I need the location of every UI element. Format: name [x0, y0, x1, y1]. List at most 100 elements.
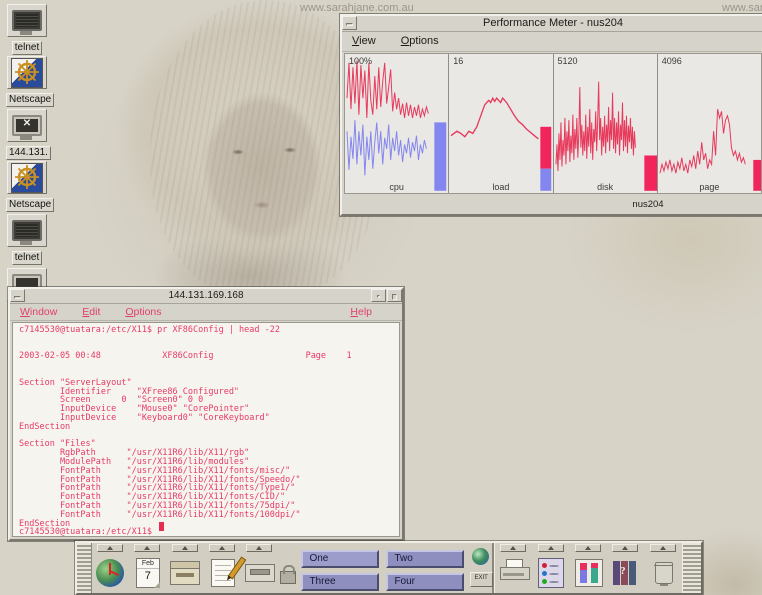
netscape-wheel-icon[interactable]: [7, 161, 47, 194]
calendar-day: 7: [137, 569, 159, 583]
menu-edit[interactable]: Edit: [82, 304, 100, 320]
disk-graph: [554, 54, 657, 193]
up-arrow-icon: [548, 546, 554, 550]
wallpaper-watermark-right: www.sara: [722, 2, 762, 14]
xterm-terminal-area[interactable]: c7145530@tuatara:/etc/X11$ pr XF86Config…: [12, 322, 400, 537]
subpanel-tab[interactable]: [97, 544, 123, 552]
workspace-button-three[interactable]: Three: [301, 573, 379, 591]
menu-view[interactable]: View: [352, 32, 376, 51]
xterm-menubar: Window Edit Options Help: [10, 304, 402, 321]
terminal-icon[interactable]: [7, 4, 47, 37]
window-title: 144.131.169.168: [168, 290, 243, 301]
desktop-icon-netscape-2[interactable]: Netscape: [6, 161, 48, 212]
panel-slot-lock[interactable]: [279, 543, 297, 593]
xterm-icon[interactable]: ✕: [7, 109, 47, 142]
panel-slot-perf[interactable]: [570, 543, 607, 593]
up-arrow-icon: [585, 546, 591, 550]
up-arrow-icon: [510, 546, 516, 550]
subpanel-tab[interactable]: [650, 544, 676, 552]
icon-label: telnet: [12, 41, 42, 55]
workspace-button-one[interactable]: One: [301, 550, 379, 568]
question-mark: ?: [620, 565, 626, 577]
panel-slot-style[interactable]: [533, 543, 570, 593]
up-arrow-icon: [144, 546, 150, 550]
hostname-label: nus204: [632, 199, 663, 210]
calendar-icon[interactable]: Feb 7: [136, 558, 160, 588]
subpanel-tab[interactable]: [134, 544, 160, 552]
subpanel-tab[interactable]: [575, 544, 601, 552]
graph-page: 4096 page: [657, 54, 761, 193]
panel-slot-filemanager[interactable]: [167, 543, 204, 593]
world-clock-icon[interactable]: [96, 559, 124, 587]
busy-light-icon: [472, 548, 489, 565]
disk-scale-label: 5120: [558, 56, 578, 66]
maximize-button[interactable]: [387, 289, 402, 302]
perfmeter-titlebar[interactable]: Performance Meter - nus204: [342, 16, 762, 32]
panel-handle-right[interactable]: [682, 543, 701, 593]
up-arrow-icon: [256, 546, 262, 550]
wallpaper-watermark: www.sarahjane.com.au: [300, 2, 414, 14]
minimize-button[interactable]: [371, 289, 386, 302]
window-menu-button[interactable]: [10, 289, 25, 302]
exit-button[interactable]: EXIT: [470, 572, 493, 587]
up-arrow-icon: [660, 546, 666, 550]
terminal-output: c7145530@tuatara:/etc/X11$ pr XF86Config…: [13, 323, 399, 537]
menu-help[interactable]: Help: [350, 304, 372, 320]
style-manager-icon[interactable]: [538, 558, 564, 588]
performance-icon[interactable]: [575, 559, 603, 587]
icon-label: 144.131.: [6, 146, 51, 160]
menu-window[interactable]: Window: [20, 304, 57, 320]
subpanel-tab[interactable]: [612, 544, 638, 552]
panel-handle-left[interactable]: [77, 543, 92, 593]
graph-load: 16 load: [448, 54, 552, 193]
perfmeter-window: Performance Meter - nus204 View Options …: [340, 14, 762, 216]
panel-slot-printer[interactable]: [495, 543, 532, 593]
menu-options[interactable]: Options: [125, 304, 161, 320]
subpanel-tab[interactable]: [209, 544, 235, 552]
panel-slot-clock[interactable]: [92, 543, 129, 593]
calendar-month: Feb: [137, 559, 159, 569]
mail-icon[interactable]: [245, 564, 275, 582]
menu-options[interactable]: Options: [401, 32, 439, 51]
graph-disk: 5120 disk: [553, 54, 657, 193]
workspace-button-four[interactable]: Four: [386, 573, 464, 591]
desktop-icon-netscape[interactable]: Netscape: [6, 56, 48, 107]
subpanel-tab[interactable]: [500, 544, 526, 552]
text-editor-icon[interactable]: [211, 559, 235, 587]
window-menu-button[interactable]: [342, 16, 357, 30]
desktop-icon-xhost[interactable]: ✕ 144.131.: [6, 109, 48, 160]
subpanel-tab[interactable]: [538, 544, 564, 552]
terminal-icon[interactable]: [7, 214, 47, 247]
up-arrow-icon: [107, 546, 113, 550]
window-title: Performance Meter - nus204: [483, 17, 623, 29]
panel-slot-mail[interactable]: [241, 543, 278, 593]
netscape-wheel-icon[interactable]: [7, 56, 47, 89]
up-arrow-icon: [219, 546, 225, 550]
desktop-icon-telnet-2[interactable]: telnet: [6, 214, 48, 265]
subpanel-tab[interactable]: [246, 544, 272, 552]
panel-slot-calendar[interactable]: Feb 7: [129, 543, 166, 593]
panel-slot-trash[interactable]: [645, 543, 682, 593]
cpu-graph: [345, 54, 448, 193]
printer-icon[interactable]: [500, 564, 528, 582]
lock-icon[interactable]: [280, 571, 296, 584]
file-manager-icon[interactable]: [170, 561, 200, 585]
panel-slot-help[interactable]: ?: [607, 543, 644, 593]
help-books-icon[interactable]: ?: [613, 561, 639, 585]
text-cursor: [159, 522, 164, 531]
perfmeter-graphs: 100% cpu 16 load 5120 disk: [344, 53, 762, 194]
panel-slot-editor[interactable]: [204, 543, 241, 593]
load-name-label: load: [449, 182, 552, 192]
trash-icon[interactable]: [655, 562, 673, 584]
icon-label: telnet: [12, 251, 42, 265]
perfmeter-host-row: nus204: [344, 197, 762, 212]
desktop: www.sarahjane.com.au www.sara telnet Net…: [0, 0, 762, 595]
load-scale-label: 16: [453, 56, 463, 66]
desktop-icon-telnet[interactable]: telnet: [6, 4, 48, 55]
page-scale-label: 4096: [662, 56, 682, 66]
up-arrow-icon: [622, 546, 628, 550]
graph-cpu: 100% cpu: [345, 54, 448, 193]
workspace-button-two[interactable]: Two: [386, 550, 464, 568]
subpanel-tab[interactable]: [172, 544, 198, 552]
xterm-titlebar[interactable]: 144.131.169.168: [10, 289, 402, 304]
